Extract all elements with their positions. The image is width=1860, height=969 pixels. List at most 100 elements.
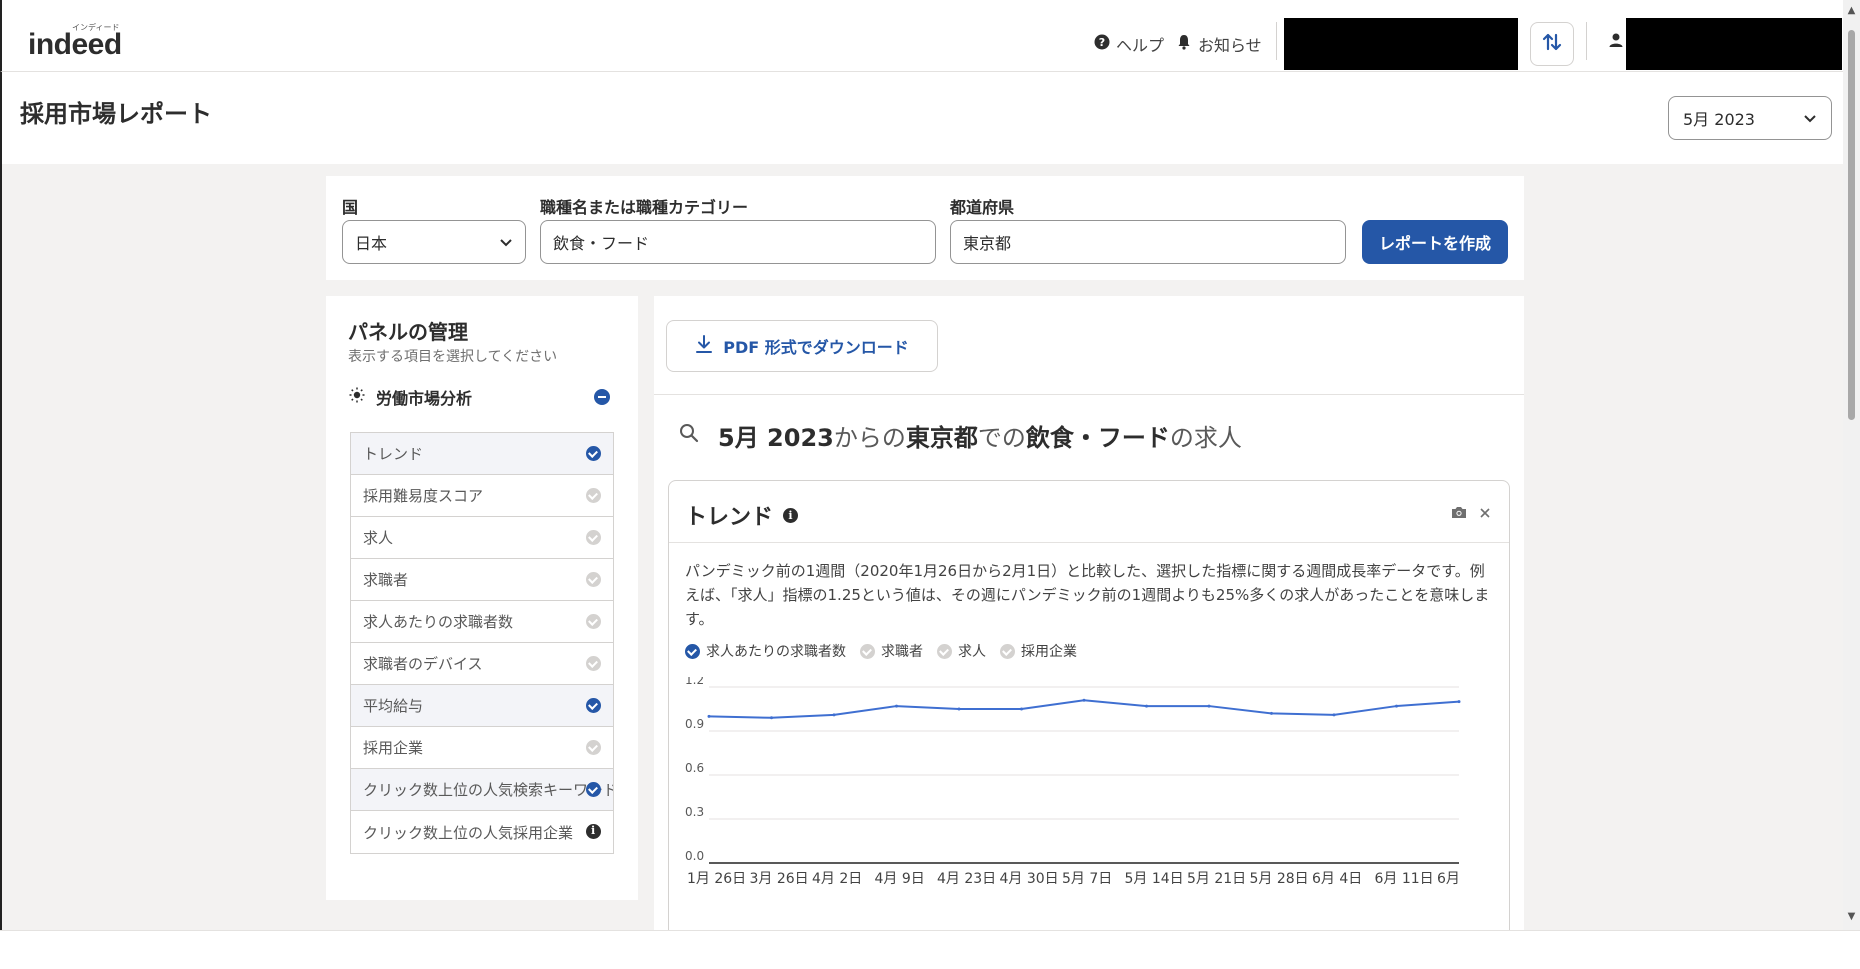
checkmark-icon[interactable] — [586, 614, 601, 629]
legend-item[interactable]: 求人あたりの求職者数 — [685, 641, 846, 661]
trend-panel: トレンド i パンデミック前の1週間（2020年1月26日から2月1日）と比較し… — [668, 480, 1510, 950]
user-icon[interactable] — [1608, 32, 1624, 52]
checkmark-icon[interactable] — [586, 446, 601, 461]
download-icon — [695, 334, 713, 358]
pdf-download-button[interactable]: PDF 形式でダウンロード — [666, 320, 938, 372]
page-title: 採用市場レポート — [20, 100, 212, 128]
page-header: 採用市場レポート 5月 2023 — [0, 72, 1843, 164]
pdf-download-label: PDF 形式でダウンロード — [723, 338, 909, 357]
job-value: 飲食・フード — [553, 234, 650, 253]
panel-item-label: 採用難易度スコア — [363, 487, 484, 505]
info-icon[interactable]: i — [783, 507, 799, 523]
bell-icon — [1176, 34, 1192, 54]
panel-item[interactable]: トレンド — [351, 433, 613, 475]
x-tick-label: 1月 26日 — [687, 871, 746, 887]
x-tick-label: 5月 14日 — [1125, 871, 1184, 887]
collapse-icon[interactable] — [594, 389, 610, 405]
checkmark-icon[interactable] — [586, 488, 601, 503]
notifications-link[interactable]: お知らせ — [1176, 32, 1262, 56]
x-tick-label: 5月 7日 — [1062, 871, 1112, 887]
legend-label: 採用企業 — [1021, 644, 1077, 660]
scroll-up-arrow-icon[interactable]: ▲ — [1843, 4, 1860, 18]
panel-item[interactable]: 求人 — [351, 517, 613, 559]
swap-arrows-icon — [1541, 31, 1563, 57]
create-report-button[interactable]: レポートを作成 — [1362, 220, 1508, 264]
switch-account-button[interactable] — [1530, 22, 1574, 66]
divider — [654, 394, 1524, 395]
panel-item[interactable]: 求職者のデバイス — [351, 643, 613, 685]
y-tick-label: 0.0 — [685, 849, 704, 863]
query-job: 飲食・フード — [1025, 424, 1170, 452]
x-tick-label: 6月 — [1437, 871, 1460, 887]
panel-item[interactable]: 採用企業 — [351, 727, 613, 769]
query-suffix: の求人 — [1169, 424, 1242, 452]
report-query-heading: 5月 2023 からの 東京都 での 飲食・フード の求人 — [678, 418, 1242, 453]
query-from: からの — [833, 424, 906, 452]
checkmark-icon[interactable] — [586, 698, 601, 713]
x-tick-label: 6月 11日 — [1375, 871, 1434, 887]
panel-item[interactable]: クリック数上位の人気採用企業 — [351, 811, 613, 853]
data-point[interactable] — [1020, 707, 1023, 711]
info-icon[interactable] — [586, 824, 601, 839]
report-main: PDF 形式でダウンロード 5月 2023 からの 東京都 での 飲食・フード … — [654, 296, 1524, 950]
help-link[interactable]: ? ヘルプ — [1094, 32, 1164, 56]
country-select[interactable]: 日本 — [342, 220, 526, 264]
x-tick-label: 4月 2日 — [812, 871, 862, 887]
checkmark-icon[interactable] — [586, 656, 601, 671]
job-input[interactable]: 飲食・フード — [540, 220, 936, 264]
x-tick-label: 6月 4日 — [1312, 871, 1362, 887]
x-tick-label: 5月 21日 — [1187, 871, 1246, 887]
data-point[interactable] — [770, 716, 773, 720]
data-point[interactable] — [1457, 700, 1461, 704]
data-point[interactable] — [1145, 704, 1148, 708]
data-point[interactable] — [1270, 711, 1273, 715]
country-label: 国 — [342, 198, 359, 217]
chevron-down-icon — [499, 233, 513, 252]
legend-item[interactable]: 求人 — [937, 641, 986, 661]
series-line — [708, 699, 1460, 719]
panel-item[interactable]: クリック数上位の人気検索キーワード — [351, 769, 613, 811]
panel-item[interactable]: 求職者 — [351, 559, 613, 601]
data-point[interactable] — [832, 713, 836, 717]
data-point[interactable] — [1082, 698, 1086, 702]
panel-item-label: 求人あたりの求職者数 — [363, 613, 514, 631]
data-point[interactable] — [707, 714, 711, 718]
scrollbar-thumb[interactable] — [1848, 30, 1855, 420]
panel-item-label: クリック数上位の人気採用企業 — [363, 823, 574, 842]
logo-text: indeed — [28, 28, 122, 61]
prefecture-input[interactable]: 東京都 — [950, 220, 1346, 264]
data-point[interactable] — [895, 704, 898, 708]
checkmark-icon[interactable] — [586, 782, 601, 797]
report-search-form: 国 日本 職種名または職種カテゴリー 飲食・フード 都道府県 東京都 レポートを… — [326, 176, 1524, 280]
panel-item[interactable]: 平均給与 — [351, 685, 613, 727]
divider — [1276, 22, 1277, 60]
x-tick-label: 4月 30日 — [1000, 871, 1059, 887]
page-scrollbar[interactable]: ▲ ▼ — [1843, 0, 1860, 930]
data-point[interactable] — [1395, 704, 1398, 708]
legend-item[interactable]: 求職者 — [860, 641, 923, 661]
data-point[interactable] — [1207, 704, 1211, 708]
legend-item[interactable]: 採用企業 — [1000, 641, 1077, 661]
checkmark-icon[interactable] — [586, 530, 601, 545]
y-tick-label: 0.9 — [685, 717, 704, 731]
scroll-down-arrow-icon[interactable]: ▼ — [1843, 910, 1860, 924]
checkmark-icon[interactable] — [586, 740, 601, 755]
month-select[interactable]: 5月 2023 — [1668, 96, 1832, 140]
panel-item[interactable]: 求人あたりの求職者数 — [351, 601, 613, 643]
close-icon[interactable] — [1479, 503, 1491, 524]
trend-line-chart: 1.2 0.9 0.6 0.3 0.0 1月 26日 3月 26日 4月 2日 4月 9日 4月 … — [685, 677, 1461, 887]
checkmark-icon[interactable] — [586, 572, 601, 587]
notifications-label: お知らせ — [1198, 36, 1262, 55]
chart-legend: 求人あたりの求職者数 求職者 求人 採用企業 — [685, 641, 1077, 661]
search-icon — [678, 422, 700, 450]
data-point[interactable] — [1332, 713, 1336, 717]
labor-market-section-toggle[interactable]: 労働市場分析 — [348, 376, 610, 418]
month-select-value: 5月 2023 — [1683, 110, 1755, 129]
panel-item[interactable]: 採用難易度スコア — [351, 475, 613, 517]
data-point[interactable] — [957, 707, 961, 711]
panel-item-label: 求人 — [363, 529, 394, 547]
indeed-logo[interactable]: インディード indeed — [28, 22, 138, 62]
y-tick-label: 0.3 — [685, 805, 704, 819]
panel-item-label: 求職者のデバイス — [363, 655, 483, 673]
camera-icon[interactable] — [1451, 503, 1467, 524]
